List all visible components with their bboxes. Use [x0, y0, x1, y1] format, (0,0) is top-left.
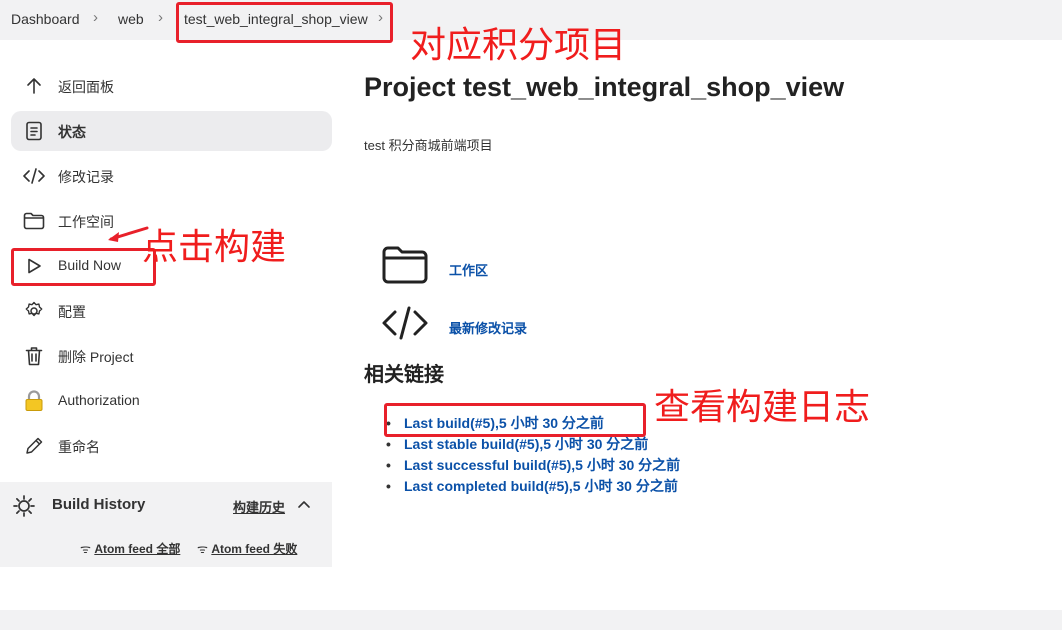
- folder-icon[interactable]: [381, 245, 429, 285]
- sidebar-item-label: 修改记录: [58, 169, 114, 185]
- sidebar-item-rename[interactable]: 重命名: [11, 426, 332, 466]
- related-links-heading: 相关链接: [364, 364, 444, 386]
- sidebar-item-label: 重命名: [58, 439, 100, 455]
- chevron-up-icon[interactable]: [297, 498, 311, 517]
- lock-icon: [23, 390, 45, 412]
- document-icon: [23, 120, 45, 142]
- sidebar-item-configure[interactable]: 配置: [11, 291, 332, 331]
- annotation-box-last-build: [384, 403, 646, 437]
- footer: [0, 610, 1062, 630]
- arrow-up-icon: [23, 75, 45, 97]
- annotation-log-note: 查看构建日志: [654, 387, 871, 428]
- sidebar-item-changes[interactable]: 修改记录: [11, 156, 332, 196]
- sidebar-item-label: 配置: [58, 304, 86, 320]
- pencil-icon: [23, 435, 45, 457]
- sidebar-item-authorization[interactable]: Authorization: [11, 381, 332, 421]
- build-trend-link[interactable]: 构建历史: [233, 497, 285, 516]
- page-title: Project test_web_integral_shop_view: [364, 72, 845, 102]
- sidebar-item-back-to-dashboard[interactable]: 返回面板: [11, 66, 332, 106]
- rss-icon: ᯤ: [80, 542, 91, 556]
- permalink-last-completed-build[interactable]: Last completed build(#5),5 小时 30 分之前: [386, 476, 680, 497]
- breadcrumb-web[interactable]: web: [118, 11, 144, 27]
- atom-feed-all-label: Atom feed 全部: [94, 542, 181, 556]
- permalink-last-successful-build[interactable]: Last successful build(#5),5 小时 30 分之前: [386, 455, 680, 476]
- annotation-build-note: 点击构建: [142, 227, 287, 268]
- build-history-icon: [12, 494, 36, 523]
- rss-icon: ᯤ: [197, 542, 208, 556]
- permalink-last-stable-build[interactable]: Last stable build(#5),5 小时 30 分之前: [386, 434, 680, 455]
- folder-icon: [23, 210, 45, 232]
- atom-feed-failed[interactable]: ᯤ Atom feed 失败: [197, 540, 297, 557]
- sidebar-item-delete-project[interactable]: 删除 Project: [11, 336, 332, 376]
- atom-feed-all[interactable]: ᯤ Atom feed 全部: [80, 540, 180, 557]
- sidebar-item-label: 状态: [58, 124, 86, 140]
- chevron-right-icon: ›: [158, 9, 163, 26]
- annotation-box-build-now: [11, 248, 156, 286]
- recent-changes-link[interactable]: 最新修改记录: [449, 318, 527, 337]
- atom-feed-failed-label: Atom feed 失败: [211, 542, 298, 556]
- sidebar-item-label: 删除 Project: [58, 349, 134, 365]
- workspace-link[interactable]: 工作区: [449, 260, 488, 279]
- code-icon: [23, 165, 45, 187]
- build-history-panel: Build History 构建历史 ᯤ Atom feed 全部 ᯤ Atom…: [0, 482, 332, 567]
- annotation-arrow-icon: [108, 226, 149, 242]
- chevron-right-icon: ›: [93, 9, 98, 26]
- annotation-box-project: [176, 2, 393, 43]
- code-icon[interactable]: [381, 305, 429, 345]
- project-description: test 积分商城前端项目: [364, 138, 493, 153]
- sidebar-item-status[interactable]: 状态: [11, 111, 332, 151]
- build-history-title: Build History: [52, 496, 146, 513]
- annotation-project-note: 对应积分项目: [410, 25, 627, 66]
- trash-icon: [23, 345, 45, 367]
- sidebar-item-label: Authorization: [58, 392, 140, 408]
- breadcrumb-dashboard[interactable]: Dashboard: [11, 11, 80, 27]
- sidebar-item-label: 返回面板: [58, 79, 114, 95]
- gear-icon: [23, 300, 45, 322]
